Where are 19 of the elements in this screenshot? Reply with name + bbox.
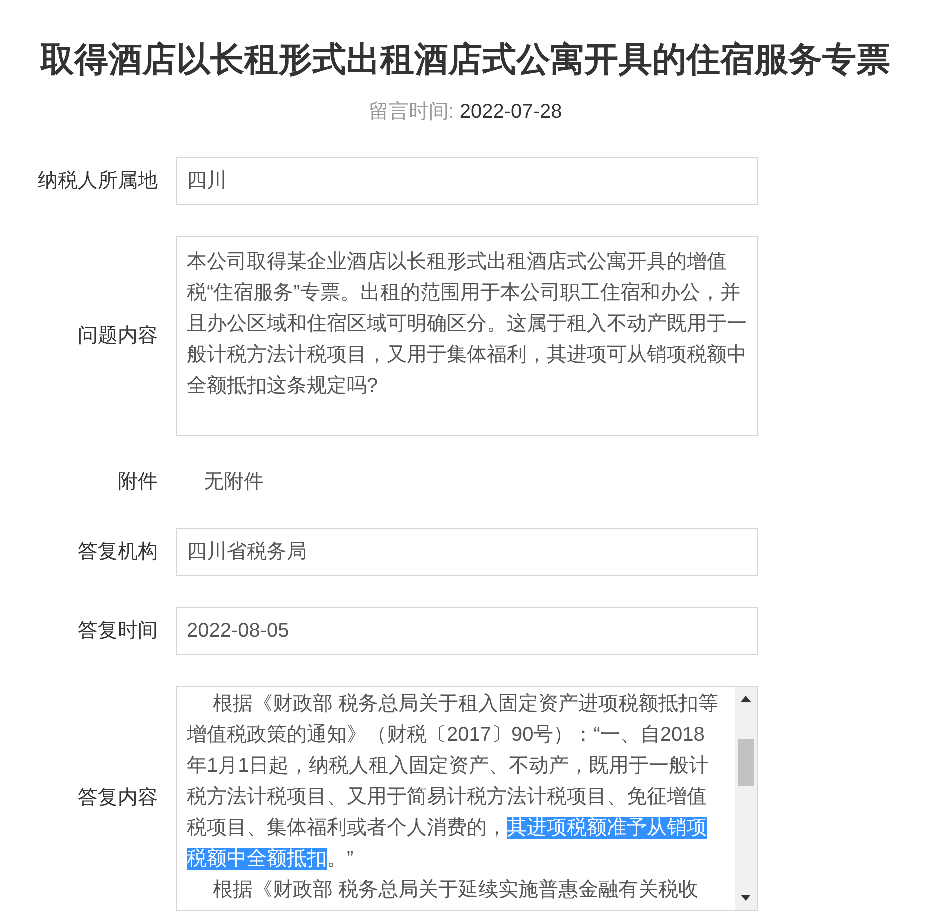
field-label: 附件	[117, 470, 158, 495]
scroll-down-icon[interactable]	[741, 894, 751, 901]
scrollbar[interactable]	[735, 686, 757, 910]
field-label: 答复内容	[77, 786, 158, 812]
field-label: 答复时间	[77, 618, 158, 644]
page-title: 取得酒店以长租形式出租酒店式公寓开具的住宿服务专票	[39, 40, 892, 81]
field-label: 问题内容	[77, 324, 158, 349]
attachment-text: 无附件	[204, 470, 264, 495]
scroll-up-icon[interactable]	[741, 696, 751, 702]
field-label: 答复机构	[77, 540, 158, 565]
scrollbar-thumb[interactable]	[738, 738, 754, 786]
input-field[interactable]: 四川省税务局	[176, 528, 758, 576]
input-field[interactable]: 2022-08-05	[176, 606, 758, 655]
time-value: 2022-07-28	[460, 100, 562, 123]
text-area[interactable]: 根据《财政部 税务总局关于租入固定资产进项税额抵扣等增值税政策的通知》（财税〔2017〕90号）：“一、自2018年1月1日起，纳税人租入固定资产、不动产，既用于一般计税方法计税项目、又用于简易计税方法计税项目、免征增值税项目、集体福利或者个人消费的，其进项税额准予从销项税额中全额抵扣。” 根据《财政部 税务总局关于延续实施普惠金融有关税收	[176, 686, 758, 911]
input-field[interactable]: 四川	[176, 156, 758, 205]
text-area[interactable]: 本公司取得某企业酒店以长租形式出租酒店式公寓开具的增值税“住宿服务”专票。出租的范围用于本公司职工住宿和办公，并且办公区域和住宿区域可明确区分。这属于租入不动产既用于一般计税方法计税项目，又用于集体福利，其进项可从销项税额中全额抵扣这条规定吗?	[176, 236, 758, 436]
time-label: 留言时间:	[368, 100, 454, 123]
field-label: 纳税人所属地	[37, 168, 158, 194]
